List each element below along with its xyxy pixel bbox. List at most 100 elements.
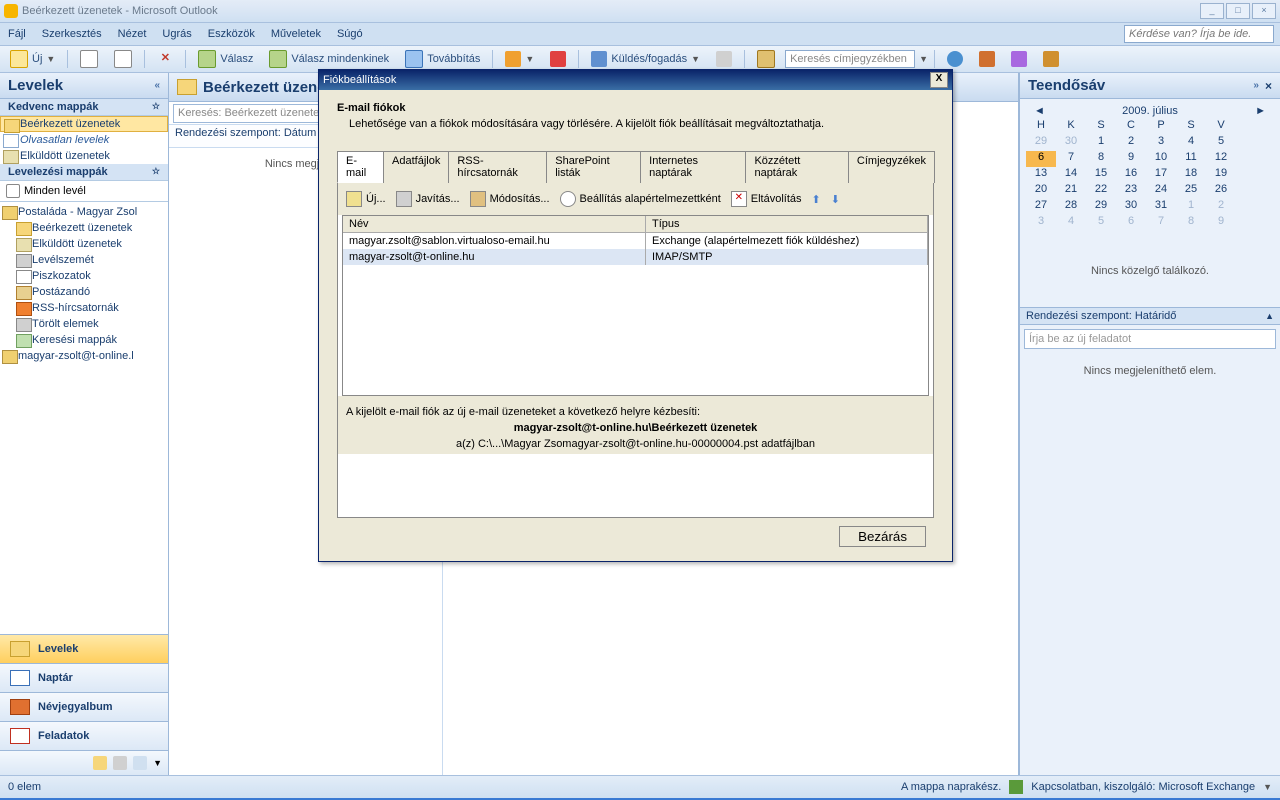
- folder-sent[interactable]: Elküldött üzenetek: [0, 236, 168, 252]
- account-moveup-button[interactable]: ⬆: [812, 193, 821, 206]
- account-remove-button[interactable]: ✕Eltávolítás: [731, 191, 802, 207]
- tab-email[interactable]: E-mail: [337, 151, 384, 183]
- print-preview-button[interactable]: [108, 48, 138, 70]
- tab-sharepoint[interactable]: SharePoint listák: [546, 151, 641, 183]
- status-dropdown[interactable]: ▼: [1263, 782, 1272, 792]
- dialog-close-btn[interactable]: Bezárás: [839, 526, 926, 547]
- reply-button[interactable]: Válasz: [192, 48, 259, 70]
- menu-file[interactable]: Fájl: [0, 28, 34, 40]
- menu-go[interactable]: Ugrás: [154, 28, 199, 40]
- dialog-close-button[interactable]: X: [930, 72, 948, 88]
- search-addressbook-dropdown[interactable]: ▼: [919, 54, 928, 64]
- search-addressbook-input[interactable]: Keresés címjegyzékben: [785, 50, 915, 68]
- account-row-1[interactable]: magyar.zsolt@sablon.virtualoso-email.hu …: [343, 233, 928, 249]
- col-type[interactable]: Típus: [646, 216, 928, 232]
- notes-icon[interactable]: [93, 756, 107, 770]
- menu-edit[interactable]: Szerkesztés: [34, 28, 110, 40]
- forward-button[interactable]: Továbbítás: [399, 48, 486, 70]
- print-button[interactable]: [74, 48, 104, 70]
- account-movedown-button[interactable]: ⬇: [831, 193, 840, 206]
- onenote-button[interactable]: [973, 49, 1001, 69]
- default-icon: [560, 191, 576, 207]
- tab-published-cal[interactable]: Közzétett naptárak: [745, 151, 848, 183]
- tab-internet-cal[interactable]: Internetes naptárak: [640, 151, 746, 183]
- print-icon: [80, 50, 98, 68]
- task-sort-bar[interactable]: Rendezési szempont: Határidő▲: [1020, 307, 1280, 325]
- misc-button-2[interactable]: [1037, 49, 1065, 69]
- nav-mail[interactable]: Levelek: [0, 634, 168, 663]
- mailbox-root[interactable]: Postaláda - Magyar Zsol: [0, 204, 168, 220]
- folder-junk[interactable]: Levélszemét: [0, 252, 168, 268]
- folder-inbox[interactable]: Beérkezett üzenetek: [0, 220, 168, 236]
- misc-button-1[interactable]: [1005, 49, 1033, 69]
- help-icon: [947, 51, 963, 67]
- nav-calendar[interactable]: Naptár: [0, 663, 168, 692]
- nav-header: Levelek«: [0, 73, 168, 99]
- favorites-header[interactable]: Kedvenc mappák☆: [0, 99, 168, 116]
- folder-rss[interactable]: RSS-hírcsatornák: [0, 300, 168, 316]
- delivery-label: A kijelölt e-mail fiók az új e-mail üzen…: [346, 406, 925, 418]
- fav-inbox[interactable]: Beérkezett üzenetek: [0, 116, 168, 132]
- help-button[interactable]: [941, 49, 969, 69]
- tab-addressbooks[interactable]: Címjegyzékek: [848, 151, 935, 183]
- folder-search[interactable]: Keresési mappák: [0, 332, 168, 348]
- calendar-grid[interactable]: HKSCPSV293012345678910111213141516171819…: [1026, 119, 1274, 231]
- dialog-footer: Bezárás: [337, 518, 934, 555]
- dialog-tabpanel: Új... Javítás... Módosítás... Beállítás …: [337, 183, 934, 518]
- delivery-target: magyar-zsolt@t-online.hu\Beérkezett üzen…: [346, 422, 925, 434]
- find-button[interactable]: [710, 49, 738, 69]
- help-search-box[interactable]: Kérdése van? Írja be ide.: [1124, 25, 1274, 43]
- delete-button[interactable]: ✕: [151, 49, 179, 69]
- menu-tools[interactable]: Eszközök: [200, 28, 263, 40]
- onenote-icon: [979, 51, 995, 67]
- account-repair-button[interactable]: Javítás...: [396, 191, 460, 207]
- new-button[interactable]: Új▼: [4, 48, 61, 70]
- trash-icon: [16, 318, 32, 332]
- nav-contacts[interactable]: Névjegyalbum: [0, 692, 168, 721]
- nav-configure-icon[interactable]: ▼: [153, 758, 162, 768]
- collapse-todo-icon[interactable]: »: [1253, 80, 1259, 91]
- mail-folders-header[interactable]: Levelezési mappák☆: [0, 164, 168, 181]
- folders-icon[interactable]: [113, 756, 127, 770]
- account2-root[interactable]: magyar-zsolt@t-online.l: [0, 348, 168, 364]
- fav-sent[interactable]: Elküldött üzenetek: [0, 148, 168, 164]
- folder-drafts[interactable]: Piszkozatok: [0, 268, 168, 284]
- sent-icon: [16, 238, 32, 252]
- menu-view[interactable]: Nézet: [110, 28, 155, 40]
- minimize-button[interactable]: _: [1200, 3, 1224, 19]
- prev-month-button[interactable]: ◄: [1034, 105, 1045, 117]
- folder-deleted[interactable]: Törölt elemek: [0, 316, 168, 332]
- all-mail-item[interactable]: Minden levél: [0, 181, 168, 202]
- junk-icon: [16, 254, 32, 268]
- account-modify-button[interactable]: Módosítás...: [470, 191, 550, 207]
- followup-button[interactable]: [544, 49, 572, 69]
- col-name[interactable]: Név: [343, 216, 646, 232]
- next-month-button[interactable]: ►: [1255, 105, 1266, 117]
- send-receive-button[interactable]: Küldés/fogadás▼: [585, 49, 706, 69]
- account-default-button[interactable]: Beállítás alapértelmezettként: [560, 191, 721, 207]
- window-titlebar: Beérkezett üzenetek - Microsoft Outlook …: [0, 0, 1280, 23]
- categorize-icon: [505, 51, 521, 67]
- new-task-input[interactable]: Írja be az új feladatot: [1024, 329, 1276, 349]
- reply-all-button[interactable]: Válasz mindenkinek: [263, 48, 395, 70]
- address-book-button[interactable]: [751, 48, 781, 70]
- account-row-2[interactable]: magyar-zsolt@t-online.hu IMAP/SMTP: [343, 249, 928, 265]
- account-new-button[interactable]: Új...: [346, 191, 386, 207]
- nav-tasks[interactable]: Feladatok: [0, 721, 168, 750]
- dialog-titlebar[interactable]: FiókbeállításokX: [319, 70, 952, 90]
- rss-icon: [16, 302, 32, 316]
- menu-help[interactable]: Súgó: [329, 28, 371, 40]
- menu-actions[interactable]: Műveletek: [263, 28, 329, 40]
- close-todo-button[interactable]: ×: [1265, 79, 1272, 93]
- tab-datafiles[interactable]: Adatfájlok: [383, 151, 449, 183]
- close-button[interactable]: ×: [1252, 3, 1276, 19]
- collapse-nav-icon[interactable]: «: [154, 80, 160, 91]
- drafts-icon: [16, 270, 32, 284]
- print-preview-icon: [114, 50, 132, 68]
- folder-outbox[interactable]: Postázandó: [0, 284, 168, 300]
- shortcuts-icon[interactable]: [133, 756, 147, 770]
- maximize-button[interactable]: □: [1226, 3, 1250, 19]
- fav-unread[interactable]: Olvasatlan levelek: [0, 132, 168, 148]
- categorize-button[interactable]: ▼: [499, 49, 540, 69]
- tab-rss[interactable]: RSS-hírcsatornák: [448, 151, 547, 183]
